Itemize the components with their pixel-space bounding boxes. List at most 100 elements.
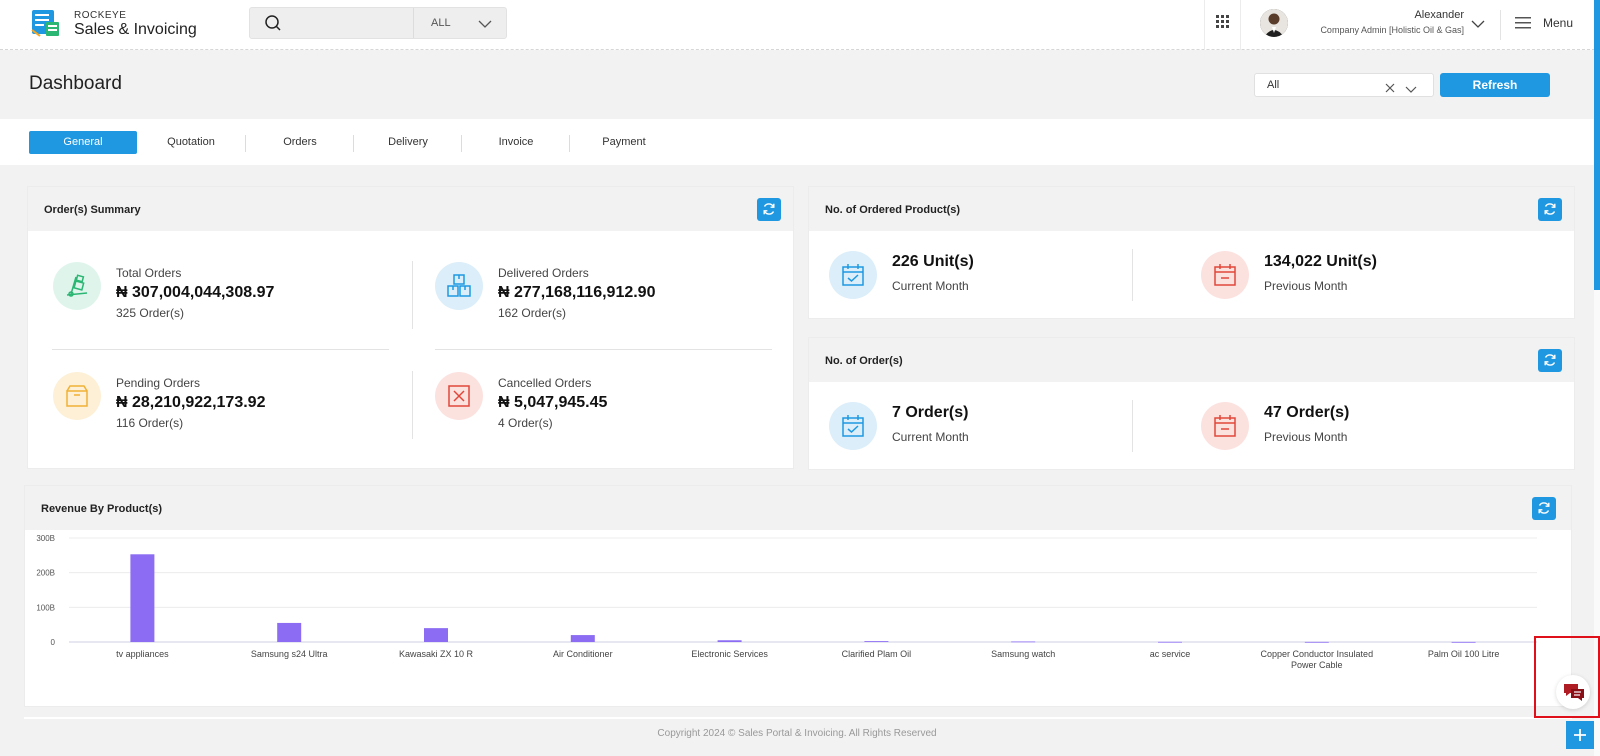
divider bbox=[412, 261, 413, 329]
panel-title: Order(s) Summary bbox=[44, 204, 141, 216]
x-tick-label: Samsung s24 Ultra bbox=[251, 649, 328, 659]
orders-summary-panel: Order(s) Summary Total Orders ₦ 307,004,… bbox=[27, 186, 794, 469]
bar bbox=[424, 628, 448, 642]
bar bbox=[570, 635, 595, 642]
search-icon[interactable] bbox=[264, 14, 282, 37]
cancelled-orders-count: 4 Order(s) bbox=[498, 416, 553, 430]
refresh-icon bbox=[1544, 354, 1556, 366]
bar bbox=[717, 640, 742, 642]
x-tick-label: Clarified Plam Oil bbox=[842, 649, 912, 659]
bar bbox=[864, 641, 889, 642]
panel-title: No. of Order(s) bbox=[825, 355, 903, 367]
apps-grid-button[interactable] bbox=[1204, 0, 1241, 50]
total-orders-count: 325 Order(s) bbox=[116, 306, 185, 320]
divider bbox=[52, 349, 389, 350]
orders-previous-label: Previous Month bbox=[1264, 430, 1348, 444]
orders-current-value: 7 Order(s) bbox=[892, 404, 969, 421]
calendar-minus-icon bbox=[1201, 251, 1249, 299]
delivered-orders-count: 162 Order(s) bbox=[498, 306, 567, 320]
brand-small: ROCKEYE bbox=[74, 10, 127, 21]
avatar[interactable] bbox=[1260, 9, 1288, 37]
y-tick-label: 0 bbox=[51, 638, 56, 647]
top-bar: ROCKEYE Sales & Invoicing ALL Alexander … bbox=[0, 0, 1600, 50]
tab-orders[interactable]: Orders bbox=[246, 131, 354, 154]
scrollbar-thumb[interactable] bbox=[1594, 0, 1600, 290]
user-menu-chevron-icon[interactable] bbox=[1471, 17, 1485, 35]
x-tick-label: tv appliances bbox=[116, 649, 169, 659]
calendar-minus-icon bbox=[1201, 402, 1249, 450]
x-tick-label: Electronic Services bbox=[691, 649, 768, 659]
search-bar[interactable]: ALL bbox=[249, 7, 507, 39]
divider bbox=[1132, 400, 1133, 452]
refresh-icon bbox=[1544, 203, 1556, 215]
panel-header: Order(s) Summary bbox=[28, 187, 793, 231]
orders-current-label: Current Month bbox=[892, 430, 969, 444]
tab-invoice[interactable]: Invoice bbox=[462, 131, 570, 154]
panel-refresh-button[interactable] bbox=[1532, 497, 1556, 520]
page-title: Dashboard bbox=[29, 73, 122, 94]
panel-refresh-button[interactable] bbox=[1538, 198, 1562, 221]
add-button[interactable] bbox=[1566, 721, 1594, 749]
x-tick-label: Copper Conductor Insulated bbox=[1261, 649, 1374, 659]
bar bbox=[277, 622, 302, 642]
highlight-box bbox=[1534, 636, 1600, 718]
y-tick-label: 100B bbox=[36, 603, 55, 612]
clear-icon[interactable] bbox=[1385, 80, 1395, 98]
calendar-check-icon bbox=[829, 402, 877, 450]
tab-payment[interactable]: Payment bbox=[570, 131, 678, 154]
ordered-products-previous-value: 134,022 Unit(s) bbox=[1264, 253, 1377, 270]
menu-divider bbox=[1500, 10, 1501, 40]
cancelled-orders-label: Cancelled Orders bbox=[498, 376, 592, 390]
refresh-icon bbox=[1538, 502, 1550, 514]
bar bbox=[130, 554, 155, 642]
chevron-down-icon[interactable] bbox=[478, 17, 492, 35]
cancel-box-icon bbox=[435, 372, 483, 420]
panel-title: No. of Ordered Product(s) bbox=[825, 204, 961, 216]
tab-delivery[interactable]: Delivery bbox=[354, 131, 462, 154]
search-divider bbox=[413, 8, 414, 38]
ordered-products-current-value: 226 Unit(s) bbox=[892, 253, 974, 270]
revenue-by-product-panel: Revenue By Product(s) 0 100B 200B 300B tv ap… bbox=[24, 485, 1572, 707]
hamburger-icon bbox=[1515, 17, 1531, 29]
bar bbox=[1011, 641, 1036, 643]
x-tick-label: ac service bbox=[1150, 649, 1191, 659]
panel-refresh-button[interactable] bbox=[1538, 349, 1562, 372]
plus-icon bbox=[1574, 729, 1586, 741]
ordered-products-current-label: Current Month bbox=[892, 279, 969, 293]
bar bbox=[1451, 641, 1476, 643]
y-tick-label: 300B bbox=[36, 534, 55, 543]
filter-value: All bbox=[1267, 79, 1280, 91]
panel-title: Revenue By Product(s) bbox=[41, 503, 163, 515]
search-scope-select[interactable]: ALL bbox=[431, 17, 451, 29]
chevron-down-icon[interactable] bbox=[1405, 81, 1417, 99]
footer-divider bbox=[24, 717, 1572, 719]
refresh-button[interactable]: Refresh bbox=[1440, 73, 1550, 97]
orders-previous-value: 47 Order(s) bbox=[1264, 404, 1350, 421]
bar bbox=[1304, 641, 1329, 643]
panel-refresh-button[interactable] bbox=[757, 198, 781, 221]
dolly-icon bbox=[53, 262, 101, 310]
pending-orders-count: 116 Order(s) bbox=[116, 416, 184, 430]
y-tick-label: 200B bbox=[36, 569, 55, 578]
pending-orders-label: Pending Orders bbox=[116, 376, 201, 390]
app-logo-icon[interactable] bbox=[30, 8, 62, 38]
user-name[interactable]: Alexander bbox=[1414, 9, 1464, 21]
x-tick-label: Palm Oil 100 Litre bbox=[1428, 649, 1500, 659]
panel-header: No. of Ordered Product(s) bbox=[809, 187, 1574, 231]
x-tick-label: Power Cable bbox=[1291, 660, 1343, 670]
menu-label: Menu bbox=[1543, 16, 1574, 30]
footer-copyright: Copyright 2024 © Sales Portal & Invoicin… bbox=[657, 728, 937, 739]
revenue-bar-chart: 0 100B 200B 300B tv appliances Samsung s24 Ul… bbox=[36, 534, 1537, 670]
panel-header: Revenue By Product(s) bbox=[25, 486, 1571, 530]
company-filter-select[interactable]: All bbox=[1254, 73, 1434, 97]
ordered-products-previous-label: Previous Month bbox=[1264, 279, 1348, 293]
total-orders-value: ₦ 307,004,044,308.97 bbox=[116, 284, 275, 301]
tab-general[interactable]: General bbox=[29, 131, 137, 154]
total-orders-label: Total Orders bbox=[116, 266, 182, 280]
bar bbox=[1158, 641, 1182, 643]
user-role: Company Admin [Holistic Oil & Gas] bbox=[1320, 25, 1464, 35]
boxes-icon bbox=[435, 262, 483, 310]
dashboard-tabs: General Quotation Orders Delivery Invoic… bbox=[0, 119, 1594, 165]
tab-quotation[interactable]: Quotation bbox=[137, 131, 245, 154]
delivered-orders-label: Delivered Orders bbox=[498, 266, 589, 280]
